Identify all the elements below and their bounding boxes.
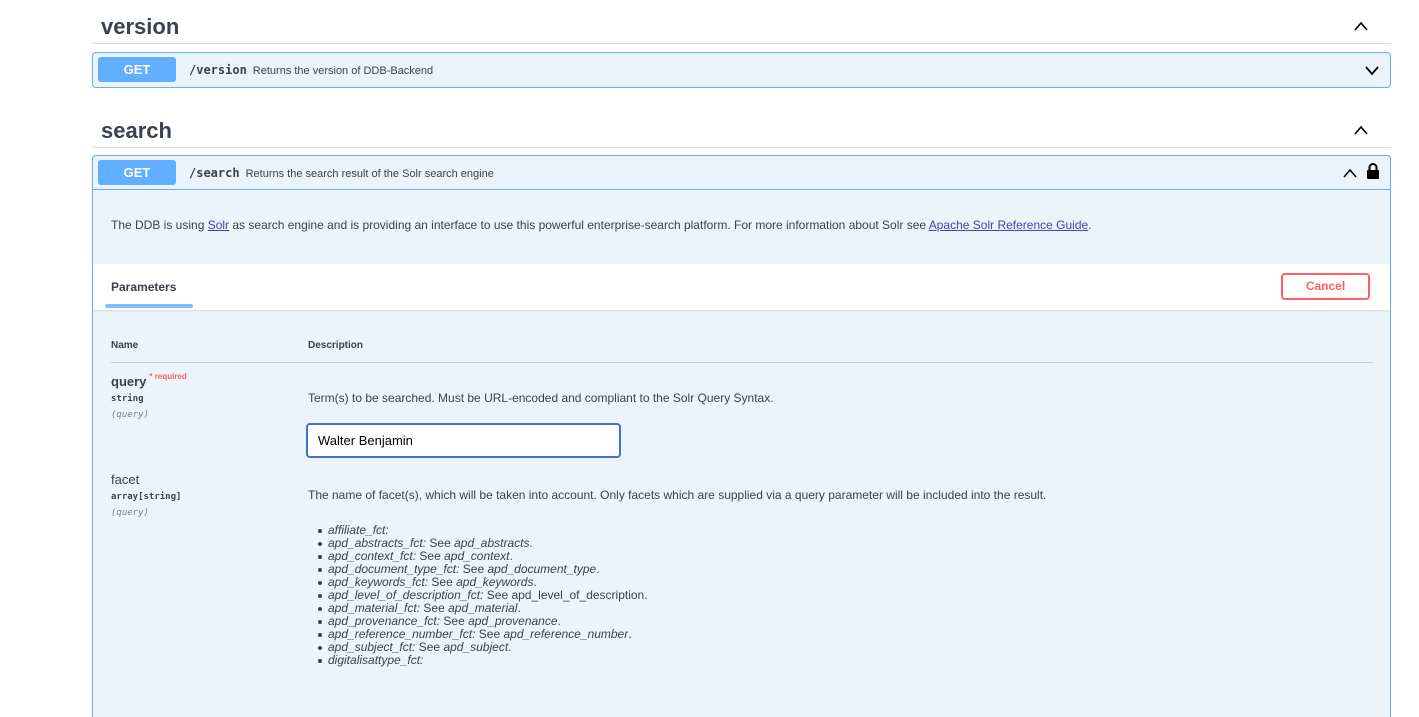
param-type: array[string] — [111, 492, 182, 502]
solr-link[interactable]: Solr — [208, 218, 229, 232]
param-type: string — [111, 394, 144, 404]
parameters-table: Name Description query * required string … — [93, 310, 1390, 717]
operation-description: The DDB is using Solr as search engine a… — [93, 190, 1390, 264]
section-title: search — [101, 118, 172, 143]
param-description-query: Term(s) to be searched. Must be URL-enco… — [308, 391, 774, 405]
facet-ref: apd_context — [444, 549, 510, 563]
facet-see: See — [428, 575, 457, 589]
facet-end: . — [529, 536, 533, 550]
facet-see: See — [416, 549, 445, 563]
list-item: digitalisattype_fct: — [318, 654, 648, 667]
facet-ref: apd_abstracts — [454, 536, 530, 550]
method-badge: GET — [98, 57, 176, 82]
operation-summary[interactable]: GET /search Returns the search result of … — [93, 156, 1390, 190]
operation-summary-text: Returns the search result of the Solr se… — [245, 168, 494, 180]
facet-key: apd_context_fct: — [328, 549, 417, 563]
column-header-description: Description — [308, 340, 364, 351]
param-location: (query) — [111, 508, 149, 518]
facet-end: . — [557, 614, 561, 628]
path-text: /search — [189, 166, 240, 180]
operation-path: /version Returns the version of DDB-Backe… — [189, 63, 433, 77]
param-name-facet: facet — [111, 472, 140, 487]
facet-ref: apd_provenance — [468, 614, 558, 628]
required-label: required — [154, 372, 187, 381]
facet-end: . — [508, 640, 512, 654]
facet-ref: apd_material — [448, 601, 518, 615]
param-name-query: query * required — [111, 372, 187, 389]
facet-key: apd_reference_number_fct: — [328, 627, 476, 641]
chevron-up-icon[interactable] — [1353, 124, 1369, 136]
facet-key: apd_subject_fct: — [328, 640, 416, 654]
facet-key: apd_level_of_description_fct: — [328, 588, 484, 602]
facet-ref: apd_keywords — [456, 575, 534, 589]
facet-options-list: affiliate_fct: apd_abstracts_fct: See ap… — [318, 524, 648, 667]
facet-ref: apd_reference_number — [503, 627, 629, 641]
header-divider — [111, 362, 1373, 363]
param-location: (query) — [111, 410, 149, 420]
description-text: The DDB is using — [111, 218, 208, 232]
parameters-header: Parameters Cancel — [93, 264, 1390, 310]
operation-summary-text: Returns the version of DDB-Backend — [252, 65, 434, 77]
operation-path: /search Returns the search result of the … — [189, 166, 494, 180]
facet-see: See — [459, 562, 488, 576]
facet-see: See apd_level_of_description. — [483, 588, 648, 602]
path-text: /version — [189, 63, 247, 77]
facet-key: apd_document_type_fct: — [328, 562, 460, 576]
facet-key: apd_abstracts_fct: — [328, 536, 427, 550]
facet-ref: apd_document_type — [487, 562, 597, 576]
chevron-up-icon[interactable] — [1353, 20, 1369, 32]
cancel-button[interactable]: Cancel — [1281, 273, 1370, 300]
tab-underline — [105, 304, 193, 308]
tab-parameters[interactable]: Parameters — [111, 280, 176, 294]
facet-key: apd_material_fct: — [328, 601, 421, 615]
column-header-name: Name — [111, 340, 139, 351]
facet-end: . — [509, 549, 513, 563]
operation-get-search: GET /search Returns the search result of … — [92, 155, 1391, 717]
operation-get-version[interactable]: GET /version Returns the version of DDB-B… — [92, 52, 1391, 88]
facet-key: apd_keywords_fct: — [328, 575, 429, 589]
chevron-up-icon[interactable] — [1342, 167, 1358, 179]
facet-end: . — [533, 575, 537, 589]
lock-icon[interactable] — [1366, 162, 1380, 180]
facet-key: affiliate_fct: — [328, 523, 389, 537]
facet-key: apd_provenance_fct: — [328, 614, 441, 628]
param-description-facet: The name of facet(s), which will be take… — [308, 488, 1047, 502]
facet-see: See — [475, 627, 504, 641]
facet-see: See — [426, 536, 455, 550]
section-title: version — [101, 14, 180, 39]
facet-end: . — [628, 627, 632, 641]
facet-ref: apd_subject — [443, 640, 509, 654]
section-header-version[interactable]: version — [92, 8, 1391, 44]
description-text: as search engine and is providing an int… — [229, 218, 929, 232]
required-asterisk: * — [149, 372, 153, 381]
section-header-search[interactable]: search — [92, 112, 1391, 148]
method-badge: GET — [98, 160, 176, 185]
required-marker: * required — [149, 372, 186, 381]
param-name-text: query — [111, 374, 147, 389]
chevron-down-icon[interactable] — [1364, 64, 1380, 76]
query-input[interactable] — [306, 423, 621, 458]
description-text: . — [1088, 218, 1092, 232]
facet-key: digitalisattype_fct: — [328, 653, 424, 667]
facet-end: . — [517, 601, 521, 615]
operation-summary[interactable]: GET /version Returns the version of DDB-B… — [93, 53, 1390, 87]
facet-see: See — [440, 614, 469, 628]
solr-reference-guide-link[interactable]: Apache Solr Reference Guide — [929, 218, 1088, 232]
facet-end: . — [596, 562, 600, 576]
facet-see: See — [420, 601, 449, 615]
facet-see: See — [415, 640, 444, 654]
